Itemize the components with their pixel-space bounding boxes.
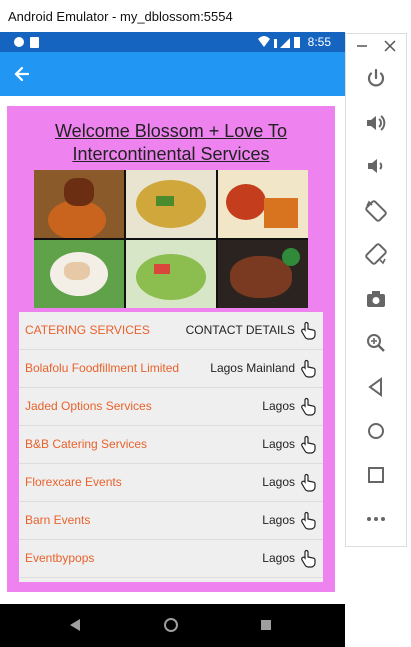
power-icon[interactable] [364,67,388,91]
service-name: Florexcare Events [25,475,122,489]
welcome-line-1: Welcome Blossom + Love To [55,121,287,141]
service-location: Lagos Mainland [210,361,295,375]
camera-icon[interactable] [364,287,388,311]
list-item[interactable]: Jaded Options Services Lagos [19,388,323,426]
status-time: 8:55 [307,35,331,49]
rotate-right-icon[interactable] [364,242,388,266]
service-location: Lagos [262,437,295,451]
close-icon[interactable] [382,38,398,54]
service-name: B&B Catering Services [25,437,148,451]
food-image-grid [34,170,308,308]
arrow-left-icon[interactable] [8,60,36,88]
more-icon[interactable] [364,507,388,531]
app-screen: Welcome Blossom + Love To Intercontinent… [0,96,345,604]
content-panel: Welcome Blossom + Love To Intercontinent… [7,106,335,592]
catering-list[interactable]: CATERING SERVICES CONTACT DETAILS Bolafo… [19,312,323,582]
list-header-label: CATERING SERVICES [25,323,150,337]
hand-pointer-icon[interactable] [299,549,319,569]
service-location: Lagos [262,513,295,527]
service-location: Lagos [262,551,295,565]
list-item[interactable]: B&B Catering Services Lagos [19,426,323,464]
hand-pointer-icon[interactable] [299,435,319,455]
minimize-icon[interactable] [354,38,370,54]
service-name: Bolafolu Foodfillment Limited [25,361,180,375]
service-location: Lagos [262,399,295,413]
rotate-left-icon[interactable] [364,199,388,223]
zoom-icon[interactable] [364,331,388,355]
welcome-heading: Welcome Blossom + Love To Intercontinent… [37,120,305,166]
welcome-line-2: Intercontinental Services [72,144,270,164]
home-circle-icon[interactable] [163,617,179,633]
android-nav-bar [0,604,345,647]
emulator-title-bar: Android Emulator - my_dblossom:5554 [0,0,345,32]
overview-icon[interactable] [364,463,388,487]
hand-pointer-icon[interactable] [299,397,319,417]
status-icons-right [258,36,300,48]
recents-square-icon[interactable] [260,619,272,631]
volume-up-icon[interactable] [364,111,388,135]
hand-pointer-icon[interactable] [299,359,319,379]
list-header-row: CATERING SERVICES CONTACT DETAILS [19,312,323,350]
food-image-rice-fish [218,170,308,238]
status-bar: 8:55 [0,32,345,52]
food-image-grilled-meat [218,240,308,308]
back-triangle-icon[interactable] [68,618,82,632]
service-location: Lagos [262,475,295,489]
service-name: Jaded Options Services [25,399,152,413]
list-item[interactable]: Bolafolu Foodfillment Limited Lagos Main… [19,350,323,388]
back-icon[interactable] [364,375,388,399]
list-item[interactable]: Eventbypops Lagos [19,540,323,578]
hand-pointer-icon[interactable] [299,473,319,493]
home-icon[interactable] [364,419,388,443]
food-image-vegetable-salad [126,240,216,308]
service-name: Eventbypops [25,551,95,565]
status-icons-left [14,37,39,48]
volume-down-icon[interactable] [364,154,388,178]
window-title: Android Emulator - my_dblossom:5554 [8,9,233,24]
service-name: Barn Events [25,513,91,527]
list-item[interactable]: Florexcare Events Lagos [19,464,323,502]
hand-pointer-icon[interactable] [299,511,319,531]
list-item[interactable]: Barn Events Lagos [19,502,323,540]
app-bar [0,52,345,96]
hand-pointer-icon[interactable] [299,321,319,341]
food-image-jollof-rice [34,170,124,238]
food-image-salad-plate [34,240,124,308]
emulator-side-toolbar [345,33,407,547]
list-header-value: CONTACT DETAILS [185,323,295,337]
food-image-fried-rice [126,170,216,238]
